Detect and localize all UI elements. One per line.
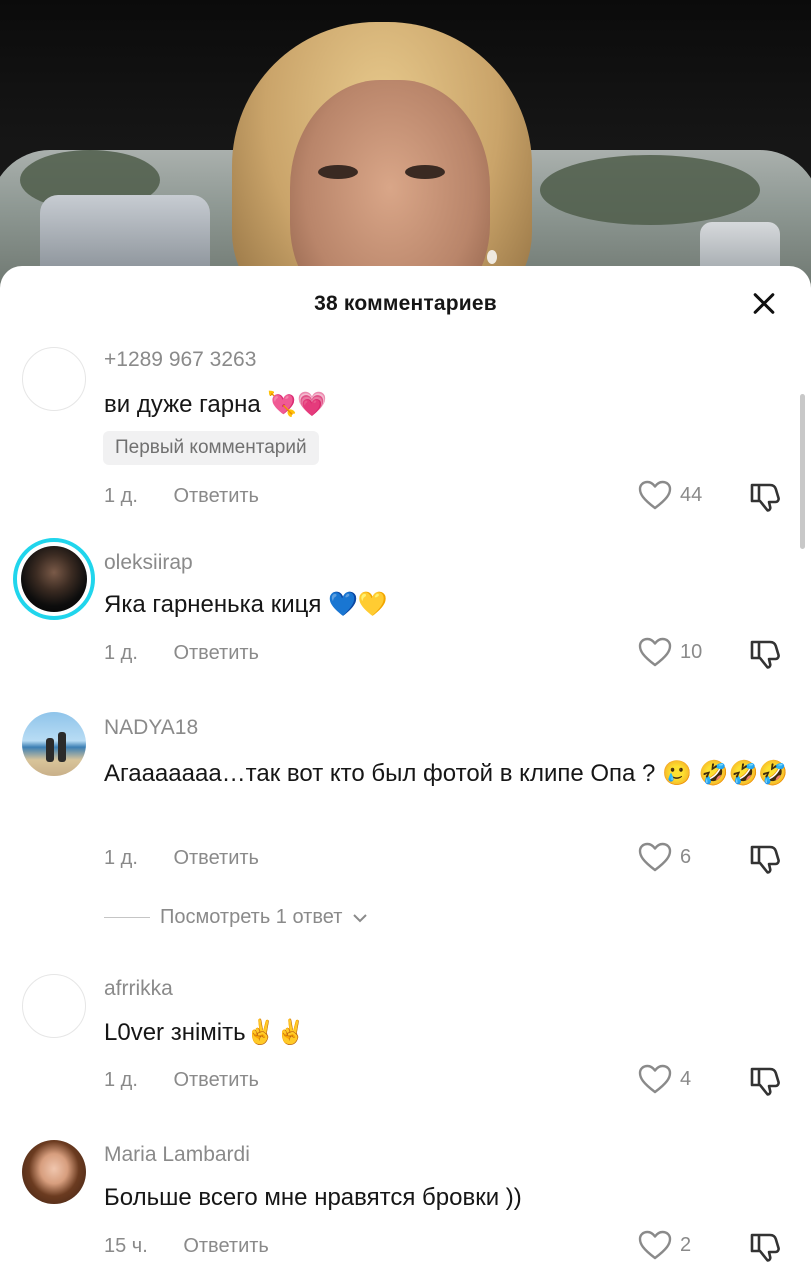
dislike-button[interactable] — [748, 841, 782, 875]
comment-text: Агааааааа…так вот кто был фотой в клипе … — [104, 760, 789, 787]
comment-text: ви дуже гарна 💘💗 — [104, 391, 328, 418]
comment-meta: 1 д. Ответить — [104, 642, 259, 665]
comment-username[interactable]: NADYA18 — [104, 716, 198, 740]
comment-text: L0ver зніміть✌️✌️ — [104, 1019, 306, 1046]
thumbs-down-icon — [750, 1067, 780, 1096]
video-background — [0, 0, 811, 290]
comment-meta: 15 ч. Ответить — [104, 1235, 269, 1258]
comments-sheet: 38 комментариев +1289 967 3263 ви дуже г… — [0, 266, 811, 1280]
comment-username[interactable]: Maria Lambardi — [104, 1143, 250, 1167]
like-count: 44 — [680, 483, 703, 506]
dislike-button[interactable] — [748, 636, 782, 670]
comment-time: 1 д. — [104, 485, 138, 507]
heart-outline-icon — [638, 1230, 672, 1260]
heart-outline-icon — [638, 637, 672, 667]
background-car — [700, 222, 780, 272]
reply-button[interactable]: Ответить — [173, 642, 259, 664]
comment-username[interactable]: afrrikka — [104, 977, 173, 1001]
avatar[interactable] — [22, 712, 86, 776]
reply-button[interactable]: Ответить — [173, 485, 259, 507]
thumbs-down-icon — [750, 1233, 780, 1262]
comment-time: 1 д. — [104, 847, 138, 869]
view-replies-label: Посмотреть 1 ответ — [160, 906, 343, 928]
dislike-button[interactable] — [748, 1229, 782, 1263]
like-button[interactable]: 44 — [638, 480, 702, 510]
dislike-button[interactable] — [748, 479, 782, 513]
person-eye — [405, 165, 445, 179]
dislike-button[interactable] — [748, 1063, 782, 1097]
comment-text: Больше всего мне нравятся бровки )) — [104, 1184, 522, 1211]
chevron-down-icon — [353, 913, 368, 922]
thumbs-down-icon — [750, 845, 780, 874]
reply-button[interactable]: Ответить — [183, 1235, 269, 1257]
comment-username[interactable]: +1289 967 3263 — [104, 348, 256, 372]
comment-username[interactable]: oleksiirap — [104, 551, 193, 575]
like-count: 4 — [680, 1067, 692, 1090]
comment-text: Яка гарненька киця 💙💛 — [104, 591, 388, 618]
comment-meta: 1 д. Ответить — [104, 485, 259, 508]
person-face — [290, 80, 490, 290]
avatar[interactable] — [22, 347, 86, 411]
view-replies-button[interactable]: Посмотреть 1 ответ — [104, 906, 368, 929]
comment-time: 15 ч. — [104, 1235, 148, 1257]
avatar-figure — [46, 738, 54, 762]
avatar[interactable] — [22, 974, 86, 1038]
comment-time: 1 д. — [104, 642, 138, 664]
heart-outline-icon — [638, 480, 672, 510]
like-button[interactable]: 10 — [638, 637, 702, 667]
like-count: 6 — [680, 845, 692, 868]
like-count: 2 — [680, 1233, 692, 1256]
comment-meta: 1 д. Ответить — [104, 847, 259, 870]
like-button[interactable]: 6 — [638, 842, 691, 872]
background-car — [40, 195, 210, 270]
comment-time: 1 д. — [104, 1069, 138, 1091]
avatar[interactable] — [22, 1140, 86, 1204]
avatar-photo — [21, 546, 87, 612]
like-button[interactable]: 4 — [638, 1064, 691, 1094]
background-tree — [540, 155, 760, 225]
earring — [487, 250, 497, 264]
reply-button[interactable]: Ответить — [173, 847, 259, 869]
thumbs-down-icon — [750, 483, 780, 512]
heart-outline-icon — [638, 842, 672, 872]
like-button[interactable]: 2 — [638, 1230, 691, 1260]
heart-outline-icon — [638, 1064, 672, 1094]
avatar[interactable] — [13, 538, 95, 620]
like-count: 10 — [680, 640, 703, 663]
thumbs-down-icon — [750, 640, 780, 669]
comment-item: NADYA18 Агааааааа…так вот кто был фотой … — [0, 266, 811, 928]
avatar-figure — [58, 732, 66, 762]
reply-button[interactable]: Ответить — [173, 1069, 259, 1091]
comment-meta: 1 д. Ответить — [104, 1069, 259, 1092]
first-comment-badge: Первый комментарий — [103, 431, 319, 465]
divider-line — [104, 916, 150, 919]
scrollbar[interactable] — [800, 394, 805, 549]
person-eye — [318, 165, 358, 179]
